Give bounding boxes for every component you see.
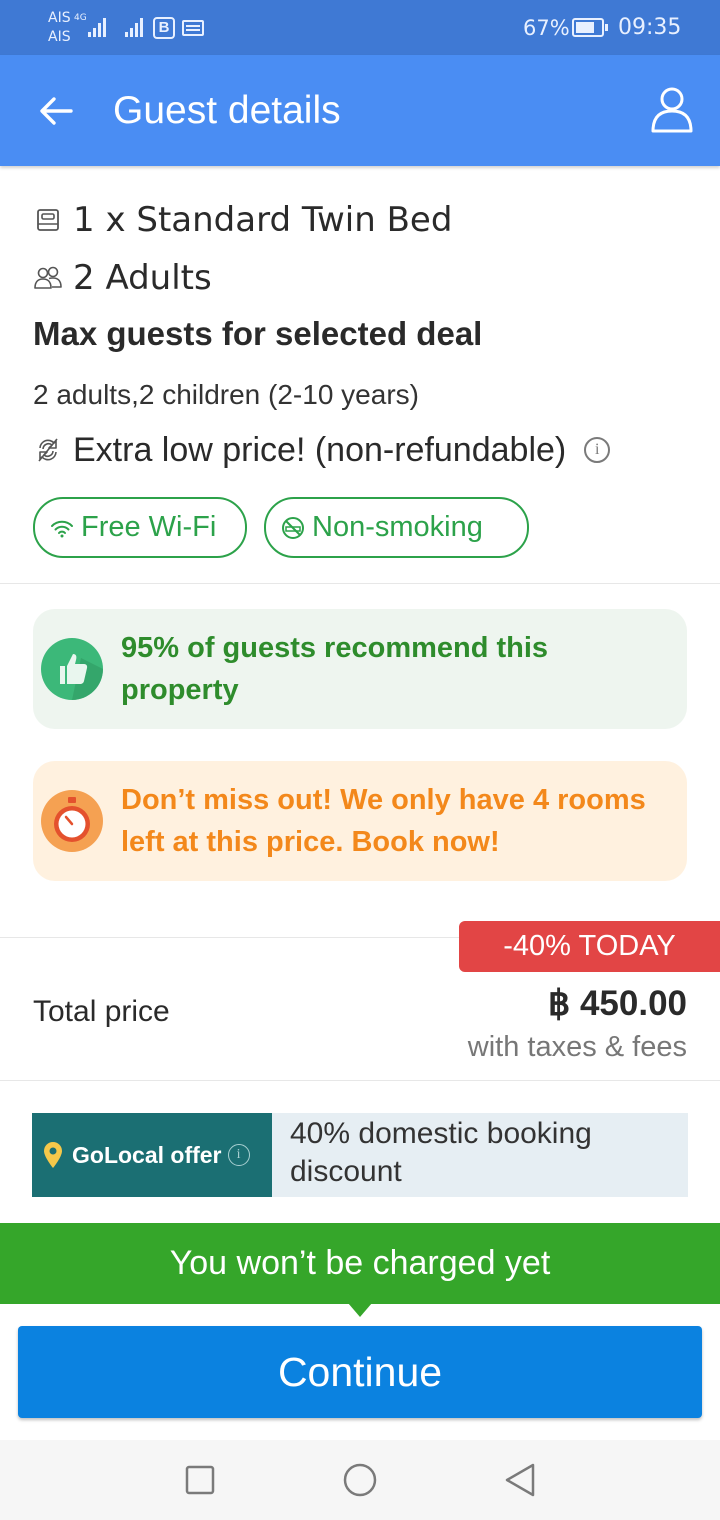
golocal-offer-tag[interactable]: GoLocal offer i xyxy=(32,1113,272,1197)
no-refund-icon xyxy=(33,435,63,465)
wifi-icon xyxy=(49,515,75,541)
back-button[interactable] xyxy=(30,88,82,134)
profile-button[interactable] xyxy=(646,83,698,135)
charge-note-pointer xyxy=(348,1303,372,1317)
charge-note: You won’t be charged yet xyxy=(0,1223,720,1304)
amenity-tag-non-smoking: Non-smoking xyxy=(264,497,529,558)
page-title: Guest details xyxy=(113,89,341,132)
amenity-label-non-smoking: Non-smoking xyxy=(312,511,483,543)
battery-icon xyxy=(572,18,608,37)
price-type-label: Extra low price! (non-refundable) xyxy=(73,430,567,469)
info-icon[interactable]: i xyxy=(584,437,611,463)
back-nav-button[interactable] xyxy=(500,1460,540,1500)
scarcity-text: Don’t miss out! We only have 4 rooms lef… xyxy=(121,784,646,858)
user-icon xyxy=(651,87,693,133)
total-price-label: Total price xyxy=(33,995,170,1028)
stopwatch-icon xyxy=(41,790,103,852)
recommend-banner: 95% of guests recommend this property xyxy=(33,609,687,729)
discount-badge: -40% TODAY xyxy=(459,921,720,972)
room-type-label: 1 x Standard Twin Bed xyxy=(73,200,453,240)
app-bar: Guest details xyxy=(0,55,720,166)
continue-button[interactable]: Continue xyxy=(18,1326,702,1418)
no-smoking-icon xyxy=(280,515,306,541)
battery-percent: 67% xyxy=(523,16,570,40)
back-arrow-icon xyxy=(40,97,73,125)
amenity-label-wifi: Free Wi-Fi xyxy=(81,511,217,543)
notification-card-icon xyxy=(182,20,204,36)
recent-apps-button[interactable] xyxy=(180,1460,220,1500)
occupancy-label: 2 Adults xyxy=(73,257,212,298)
network-type: 4G xyxy=(74,13,87,23)
signal-icon xyxy=(88,17,106,37)
triangle-back-icon xyxy=(505,1463,535,1497)
home-button[interactable] xyxy=(340,1460,380,1500)
max-guests-heading: Max guests for selected deal xyxy=(33,315,483,352)
divider xyxy=(0,583,720,584)
square-icon xyxy=(185,1465,215,1495)
info-icon[interactable]: i xyxy=(227,1144,250,1166)
people-icon xyxy=(33,263,63,293)
scarcity-banner: Don’t miss out! We only have 4 rooms lef… xyxy=(33,761,687,881)
room-type-row: 1 x Standard Twin Bed xyxy=(33,196,452,244)
carrier-labels: AIS AIS xyxy=(48,9,71,47)
occupancy-row: 2 Adults xyxy=(33,255,212,300)
carrier-top: AIS xyxy=(48,10,71,26)
divider xyxy=(0,1080,720,1081)
clock: 09:35 xyxy=(618,15,682,40)
amenity-tag-wifi: Free Wi-Fi xyxy=(33,497,247,558)
system-nav-bar xyxy=(0,1440,720,1520)
carrier-bottom: AIS xyxy=(48,29,71,45)
golocal-description: 40% domestic booking discount xyxy=(272,1113,688,1197)
recommend-text: 95% of guests recommend this property xyxy=(121,632,549,706)
price-type-row: Extra low price! (non-refundable) i xyxy=(33,426,611,474)
thumbs-up-icon xyxy=(41,638,103,700)
circle-icon xyxy=(343,1463,377,1497)
location-pin-icon xyxy=(40,1140,66,1170)
status-bar: AIS AIS 4G B 67% 09:35 xyxy=(0,0,720,55)
b-app-icon: B xyxy=(153,17,175,39)
taxes-note: with taxes & fees xyxy=(467,1031,687,1063)
bed-icon xyxy=(33,205,63,235)
max-guests-detail: 2 adults,2 children (2-10 years) xyxy=(33,379,419,410)
signal-icon-secondary xyxy=(125,17,143,37)
total-price-value: ฿ 450.00 xyxy=(547,984,687,1023)
golocal-label: GoLocal offer xyxy=(72,1141,222,1168)
